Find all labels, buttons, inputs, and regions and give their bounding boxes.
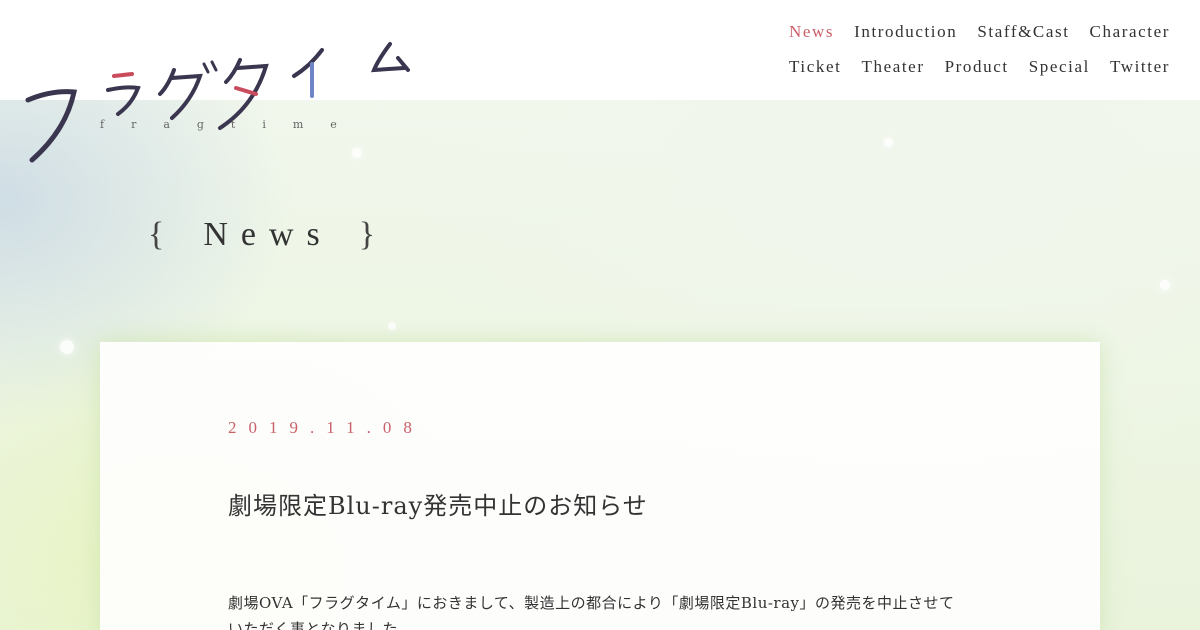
- nav-item-staff-cast[interactable]: Staff&Cast: [977, 22, 1069, 42]
- nav-item-news[interactable]: News: [789, 22, 834, 42]
- sparkle-decoration: [388, 322, 396, 330]
- fragtime-logo-mark: [25, 42, 410, 163]
- nav-item-introduction[interactable]: Introduction: [854, 22, 957, 42]
- brace-open: {: [148, 216, 178, 253]
- nav-item-character[interactable]: Character: [1090, 22, 1170, 42]
- sparkle-decoration: [60, 340, 74, 354]
- nav-item-twitter[interactable]: Twitter: [1110, 57, 1170, 77]
- nav-item-special[interactable]: Special: [1029, 57, 1090, 77]
- news-article-card: 2019.11.08 劇場限定Blu-ray発売中止のお知らせ 劇場OVA「フラ…: [100, 342, 1100, 630]
- nav-row-secondary: Ticket Theater Product Special Twitter: [650, 49, 1170, 84]
- brace-close: }: [358, 216, 389, 253]
- nav-row-primary: News Introduction Staff&Cast Character: [650, 14, 1170, 49]
- nav-item-product[interactable]: Product: [945, 57, 1009, 77]
- logo-subtitle: fragtime: [100, 118, 364, 131]
- section-title-text: News: [203, 216, 333, 253]
- main-navigation: News Introduction Staff&Cast Character T…: [650, 14, 1170, 84]
- section-heading: { News}: [148, 216, 388, 254]
- nav-item-ticket[interactable]: Ticket: [789, 57, 841, 77]
- post-body: 劇場OVA「フラグタイム」におきまして、製造上の都合により「劇場限定Blu-ra…: [228, 594, 955, 630]
- sparkle-decoration: [1160, 280, 1170, 290]
- nav-item-theater[interactable]: Theater: [861, 57, 924, 77]
- site-logo[interactable]: [22, 30, 422, 170]
- post-title: 劇場限定Blu-ray発売中止のお知らせ: [228, 492, 648, 520]
- sparkle-decoration: [884, 138, 893, 147]
- post-date: 2019.11.08: [228, 418, 424, 437]
